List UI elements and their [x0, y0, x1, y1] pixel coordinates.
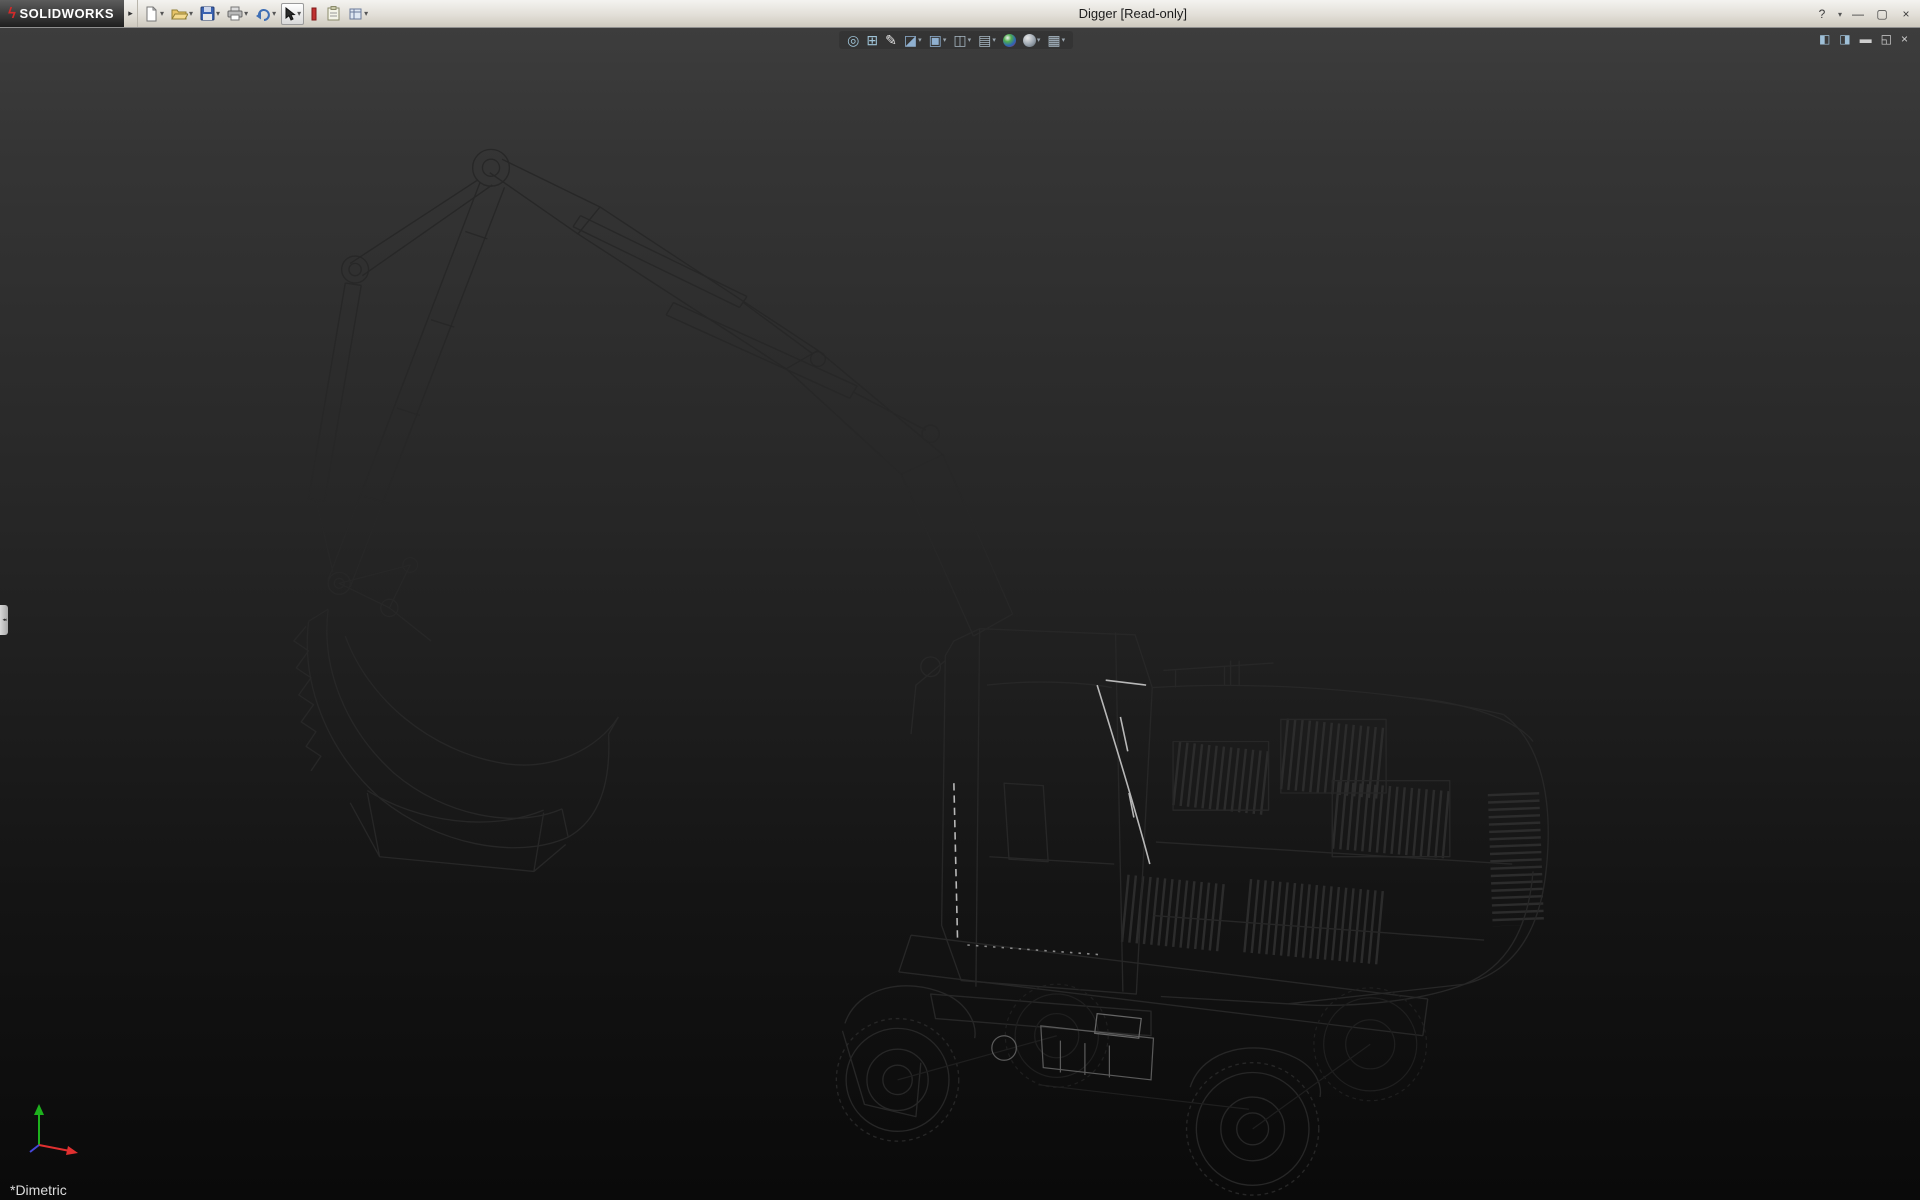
chevron-down-icon[interactable]: ▾ — [1062, 36, 1066, 44]
chevron-down-icon[interactable]: ▾ — [244, 9, 248, 18]
open-button[interactable]: ▾ — [169, 3, 195, 25]
edit-appearance-button[interactable] — [1003, 34, 1016, 47]
orientation-triad — [24, 1098, 86, 1160]
options-grid-icon — [348, 6, 363, 22]
options-button[interactable]: ▾ — [346, 3, 370, 25]
rebuild-button[interactable] — [307, 3, 321, 25]
display-style-button[interactable]: ◫ ▾ — [953, 33, 971, 47]
print-button[interactable]: ▾ — [225, 3, 250, 25]
view-settings-icon: ▦ — [1047, 33, 1060, 47]
solidworks-brand-text: SOLIDWORKS — [19, 6, 114, 21]
chevron-down-icon[interactable]: ▾ — [1037, 36, 1041, 44]
display-style-icon: ◫ — [953, 33, 966, 47]
rebuild-icon — [309, 6, 319, 22]
document-window-controls: ◧ ◨ ▬ ◱ × — [1819, 33, 1908, 45]
file-properties-button[interactable] — [324, 3, 343, 25]
view-settings-button[interactable]: ▦ ▾ — [1047, 33, 1065, 47]
apply-scene-icon — [1023, 34, 1036, 47]
window-title: Digger [Read-only] — [1079, 6, 1187, 21]
zoom-to-area-icon: ⊞ — [866, 33, 878, 47]
chevron-down-icon[interactable]: ▾ — [943, 36, 947, 44]
hide-show-items-icon: ▤ — [978, 33, 991, 47]
minimize-icon[interactable]: — — [1848, 5, 1868, 24]
save-button[interactable]: ▾ — [198, 3, 222, 25]
chevron-down-icon[interactable]: ▾ — [1836, 5, 1844, 24]
view-orientation-button[interactable]: ▣ ▾ — [929, 33, 947, 47]
chevron-down-icon[interactable]: ▾ — [160, 9, 164, 18]
maximize-icon[interactable]: ▢ — [1872, 5, 1892, 24]
pane-right-icon[interactable]: ◨ — [1839, 33, 1850, 45]
open-folder-icon — [171, 6, 188, 22]
digger-wireframe-model — [0, 28, 1920, 1200]
zoom-to-fit-button[interactable]: ◎ — [847, 33, 859, 47]
solidworks-logo: ϟ SOLIDWORKS — [0, 0, 124, 27]
apply-scene-button[interactable]: ▾ — [1023, 34, 1041, 47]
new-document-button[interactable]: ▾ — [142, 3, 166, 25]
chevron-down-icon[interactable]: ▾ — [272, 9, 276, 18]
chevron-down-icon[interactable]: ▾ — [216, 9, 220, 18]
previous-view-button[interactable]: ✎ — [885, 33, 897, 47]
chevron-down-icon[interactable]: ▾ — [364, 9, 368, 18]
zoom-to-area-button[interactable]: ⊞ — [866, 33, 878, 47]
view-orientation-label: *Dimetric — [10, 1182, 67, 1198]
pane-left-icon[interactable]: ◧ — [1819, 33, 1830, 45]
hide-show-items-button[interactable]: ▤ ▾ — [978, 33, 996, 47]
save-floppy-icon — [200, 6, 215, 22]
window-controls: ? ▾ — ▢ × — [1812, 0, 1916, 28]
edit-appearance-icon — [1003, 34, 1016, 47]
menu-expand-arrow[interactable]: ▸ — [124, 0, 138, 27]
section-view-button[interactable]: ◪ ▾ — [904, 33, 922, 47]
doc-minimize-icon[interactable]: ▬ — [1860, 33, 1872, 45]
solidworks-window: ϟ SOLIDWORKS ▸ ▾ ▾ ▾ ▾ ▾ — [0, 0, 1920, 1200]
clipboard-icon — [326, 6, 341, 22]
graphics-area[interactable]: ◎ ⊞ ✎ ◪ ▾ ▣ ▾ ◫ ▾ ▤ ▾ — [0, 28, 1920, 1200]
undo-button[interactable]: ▾ — [253, 3, 278, 25]
titlebar: ϟ SOLIDWORKS ▸ ▾ ▾ ▾ ▾ ▾ — [0, 0, 1920, 28]
undo-arrow-icon — [255, 6, 271, 22]
printer-icon — [227, 6, 243, 22]
doc-close-icon[interactable]: × — [1901, 33, 1908, 45]
chevron-down-icon[interactable]: ▾ — [968, 36, 972, 44]
chevron-down-icon[interactable]: ▾ — [918, 36, 922, 44]
panel-splitter-handle[interactable]: ◂◂ — [0, 605, 8, 635]
main-toolbar: ▾ ▾ ▾ ▾ ▾ ▾ — [138, 0, 374, 27]
previous-view-icon: ✎ — [885, 33, 897, 47]
close-icon[interactable]: × — [1896, 5, 1916, 24]
chevron-down-icon[interactable]: ▾ — [992, 36, 996, 44]
section-view-icon: ◪ — [904, 33, 917, 47]
chevron-down-icon[interactable]: ▾ — [297, 9, 301, 18]
chevron-down-icon[interactable]: ▾ — [189, 9, 193, 18]
help-icon[interactable]: ? — [1812, 5, 1832, 24]
doc-restore-icon[interactable]: ◱ — [1881, 33, 1892, 45]
select-cursor-icon — [284, 7, 296, 21]
solidworks-logo-mark: ϟ — [8, 5, 16, 22]
zoom-to-fit-icon: ◎ — [847, 33, 859, 47]
new-document-icon — [144, 6, 159, 22]
view-orientation-cube-icon: ▣ — [929, 33, 942, 47]
headsup-view-toolbar: ◎ ⊞ ✎ ◪ ▾ ▣ ▾ ◫ ▾ ▤ ▾ — [839, 31, 1073, 49]
select-button[interactable]: ▾ — [281, 3, 304, 25]
